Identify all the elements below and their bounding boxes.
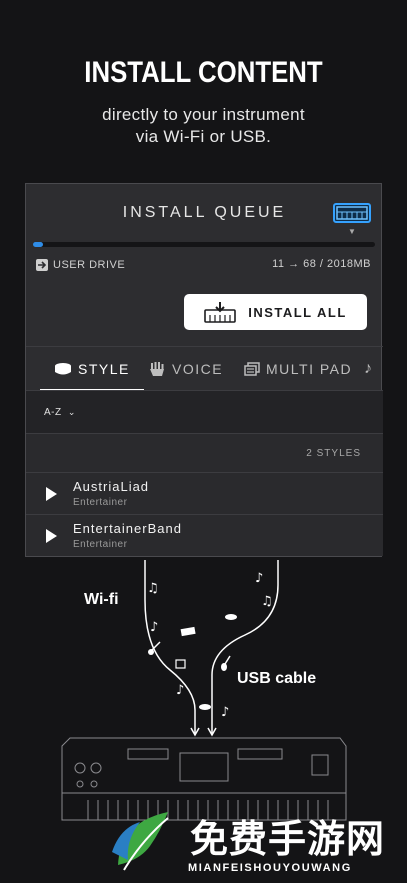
list-item[interactable]: EntertainerBand Entertainer — [26, 514, 383, 556]
music-note-icon: ♫ — [147, 581, 159, 596]
tab-style-label: STYLE — [78, 360, 130, 377]
chevron-down-icon: ⌄ — [67, 407, 76, 417]
category-tabs: STYLE VOICE MULTI PAD ♪ — [26, 346, 383, 391]
instrument-select-button[interactable] — [333, 203, 371, 223]
list-item-subtitle: Entertainer — [73, 497, 128, 508]
tab-multi-pad[interactable]: MULTI PAD — [244, 347, 352, 391]
page-subtitle: directly to your instrument via Wi-Fi or… — [0, 104, 407, 148]
sort-label: A-Z — [44, 407, 62, 418]
sort-dropdown[interactable]: A-Z ⌄ — [44, 407, 76, 418]
watermark-english: MIANFEISHOUYOUWANG — [188, 862, 352, 874]
install-progress-bar — [33, 242, 375, 247]
cassette-icon — [180, 626, 196, 637]
music-note-icon: ♫ — [261, 594, 273, 609]
drum-icon — [225, 614, 237, 620]
drum-icon — [199, 704, 211, 710]
multipad-icon — [244, 361, 260, 376]
drive-selector[interactable]: USER DRIVE — [36, 258, 125, 272]
subtitle-line-2: via Wi-Fi or USB. — [135, 127, 272, 146]
multipad-icon — [175, 659, 186, 669]
style-count: 2 STYLES — [306, 448, 361, 459]
install-keyboard-icon — [204, 302, 237, 323]
music-note-icon: ♪ — [255, 571, 263, 586]
play-icon[interactable] — [46, 529, 57, 543]
page-title: INSTALL CONTENT — [84, 56, 323, 89]
progress-fill — [33, 242, 44, 247]
piano-hand-icon — [150, 361, 164, 376]
music-note-icon: ♪ — [221, 705, 229, 720]
install-all-button[interactable]: INSTALL ALL — [184, 294, 367, 330]
tab-voice[interactable]: VOICE — [148, 347, 223, 391]
storage-size-info: 11 → 68 / 2018MB — [272, 258, 371, 270]
install-queue-panel: INSTALL QUEUE ▼ USER DRIVE 11 → 68 / 201… — [25, 183, 383, 557]
list-item-title: AustriaLiad — [73, 479, 150, 494]
tab-multi-pad-label: MULTI PAD — [266, 360, 353, 377]
list-item-title: EntertainerBand — [73, 521, 182, 536]
chevron-down-icon: ▼ — [348, 227, 356, 236]
drive-label: USER DRIVE — [53, 259, 126, 271]
tab-style[interactable]: STYLE — [40, 347, 144, 391]
list-header: 2 STYLES — [26, 434, 383, 472]
keyboard-icon — [336, 206, 368, 220]
tab-music[interactable]: ♪ — [364, 347, 374, 391]
queue-title: INSTALL QUEUE — [122, 204, 287, 221]
tab-voice-label: VOICE — [172, 360, 224, 377]
music-note-icon: ♪ — [176, 683, 184, 698]
sort-bar: A-Z ⌄ — [26, 390, 383, 434]
music-note-icon: ♪ — [150, 620, 158, 635]
watermark-chinese: 免费手游网 — [190, 817, 386, 861]
subtitle-line-1: directly to your instrument — [102, 105, 305, 124]
play-icon[interactable] — [46, 487, 57, 501]
music-note-icon: ♪ — [364, 359, 374, 377]
drive-arrow-icon — [36, 259, 48, 271]
list-item[interactable]: AustriaLiad Entertainer — [26, 472, 383, 514]
violin-icon — [221, 655, 231, 671]
guitar-icon — [148, 641, 161, 655]
watermark: 免费手游网 MIANFEISHOUYOUWANG — [112, 808, 392, 878]
drum-icon — [55, 362, 71, 374]
install-all-label: INSTALL ALL — [248, 304, 347, 320]
list-item-subtitle: Entertainer — [73, 539, 128, 550]
